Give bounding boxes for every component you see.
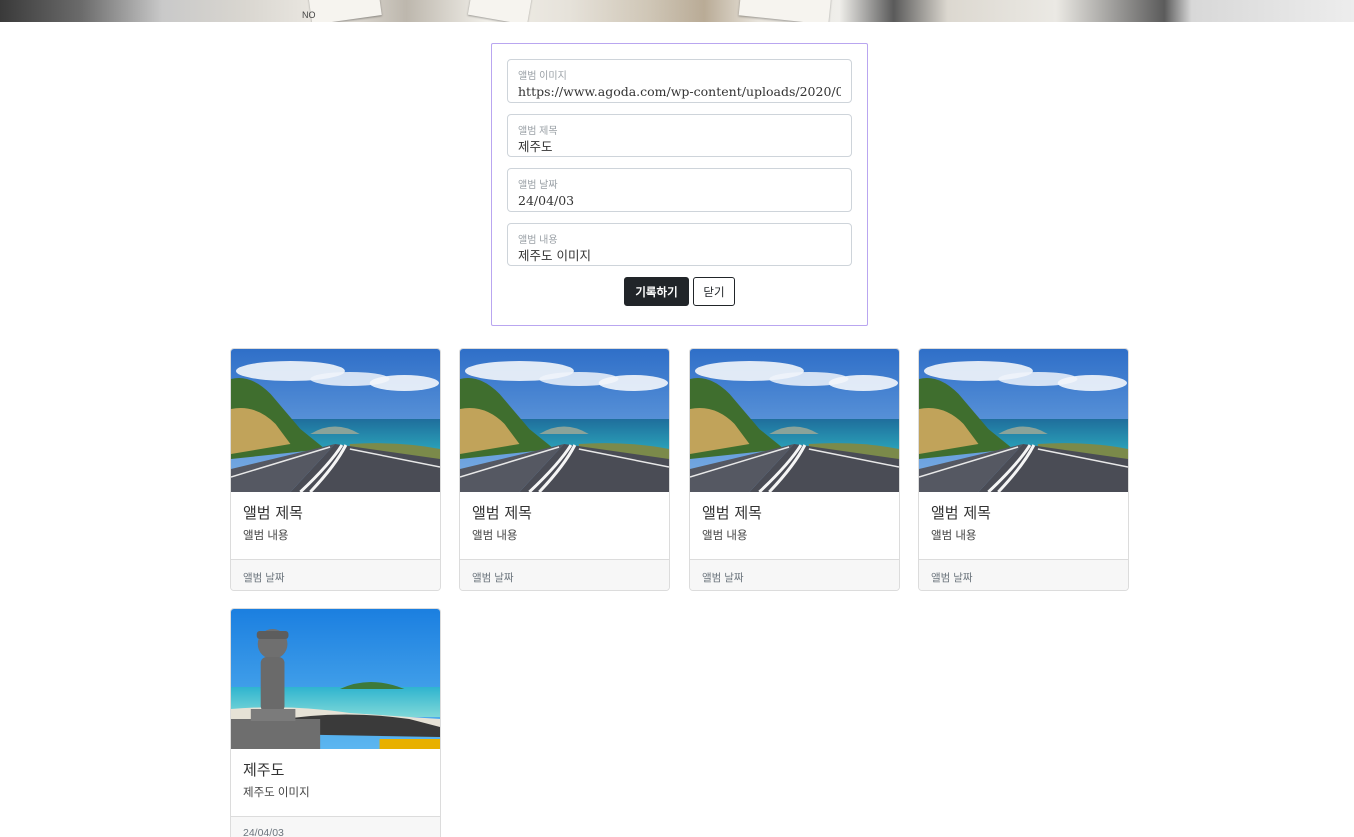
album-thumbnail-image (460, 349, 669, 492)
album-date-input[interactable] (508, 169, 851, 211)
album-thumbnail-image (231, 609, 440, 749)
album-thumbnail-image (690, 349, 899, 492)
album-card-date: 24/04/03 (231, 816, 440, 837)
album-thumbnail-image (919, 349, 1128, 492)
album-card-body: 앨범 제목 앨범 내용 (460, 492, 669, 559)
album-card-body: 앨범 제목 앨범 내용 (919, 492, 1128, 559)
album-card-title: 앨범 제목 (243, 504, 303, 522)
album-image-input[interactable] (508, 60, 851, 102)
header-banner-image: NO (0, 0, 1354, 22)
album-card[interactable]: 앨범 제목 앨범 내용 앨범 날짜 (459, 348, 670, 591)
album-card-title: 앨범 제목 (472, 504, 532, 522)
album-card[interactable]: 앨범 제목 앨범 내용 앨범 날짜 (689, 348, 900, 591)
submit-button[interactable]: 기록하기 (624, 277, 689, 306)
album-card-text: 앨범 내용 (243, 530, 289, 542)
album-card[interactable]: 앨범 제목 앨범 내용 앨범 날짜 (230, 348, 441, 591)
album-title-input[interactable] (508, 115, 851, 156)
album-card-date: 앨범 날짜 (690, 559, 899, 590)
album-card-body: 앨범 제목 앨범 내용 (690, 492, 899, 559)
album-thumbnail-image (231, 349, 440, 492)
album-card-date: 앨범 날짜 (919, 559, 1128, 590)
album-card-title: 앨범 제목 (702, 504, 762, 522)
album-card-text: 제주도 이미지 (243, 787, 310, 799)
album-card[interactable]: 제주도 제주도 이미지 24/04/03 (230, 608, 441, 837)
album-content-input[interactable] (508, 224, 851, 265)
album-card-text: 앨범 내용 (472, 530, 518, 542)
album-card-body: 앨범 제목 앨범 내용 (231, 492, 440, 559)
form-buttons: 기록하기 닫기 (507, 277, 852, 306)
album-card-text: 앨범 내용 (702, 530, 748, 542)
album-card-title: 제주도 (243, 761, 285, 779)
album-title-field: 앨범 제목 (507, 114, 852, 157)
album-card[interactable]: 앨범 제목 앨범 내용 앨범 날짜 (918, 348, 1129, 591)
album-image-field: 앨범 이미지 (507, 59, 852, 103)
album-card-body: 제주도 제주도 이미지 (231, 749, 440, 816)
album-card-text: 앨범 내용 (931, 530, 977, 542)
album-content-field: 앨범 내용 (507, 223, 852, 266)
album-card-date: 앨범 날짜 (460, 559, 669, 590)
album-form: 앨범 이미지 앨범 제목 앨범 날짜 앨범 내용 기록하기 닫기 (491, 43, 868, 326)
close-button[interactable]: 닫기 (693, 277, 735, 306)
album-card-title: 앨범 제목 (931, 504, 991, 522)
album-card-date: 앨범 날짜 (231, 559, 440, 590)
album-date-field: 앨범 날짜 (507, 168, 852, 212)
